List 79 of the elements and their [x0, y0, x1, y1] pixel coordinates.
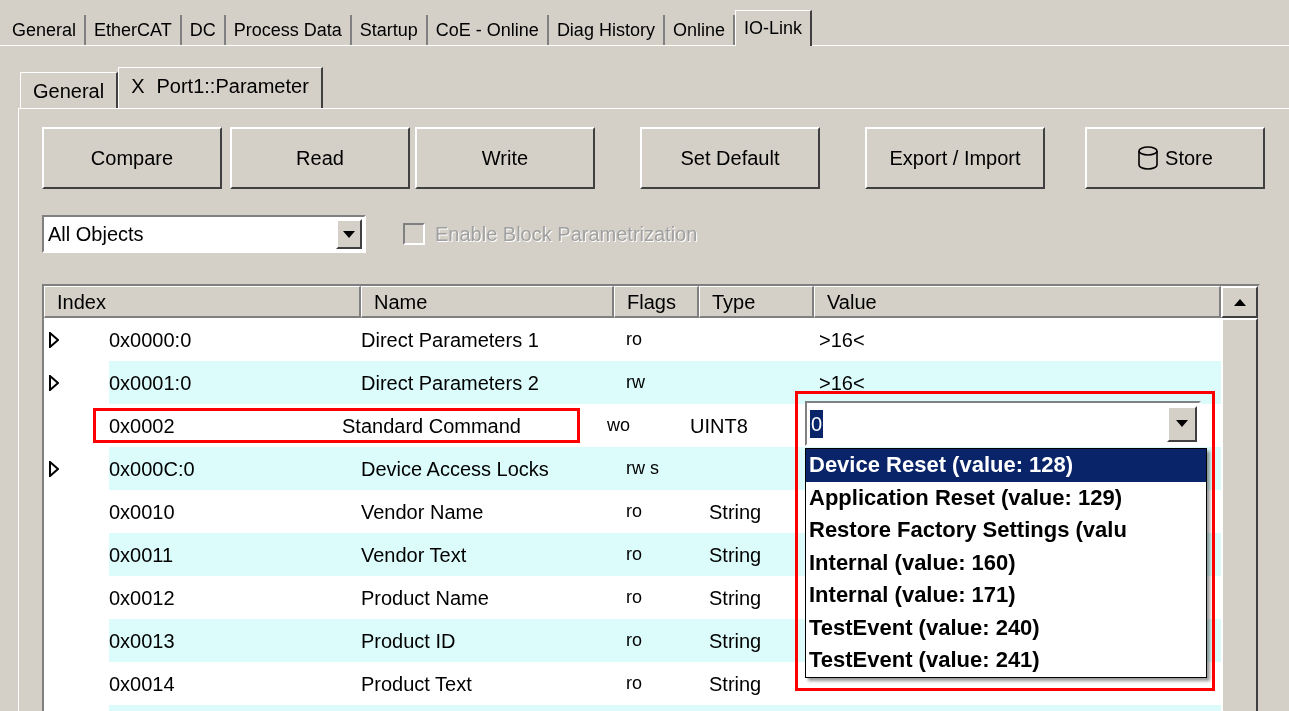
tab[interactable]: Startup: [351, 15, 428, 45]
table-cell-text: >16<: [819, 370, 865, 396]
close-glyph[interactable]: X: [131, 70, 145, 101]
table-cell-text: Product Name: [361, 585, 489, 611]
tab[interactable]: DC: [181, 15, 226, 45]
table-cell-text: 0x0011: [109, 542, 174, 568]
table-cell-text: 0x0010: [109, 499, 175, 525]
filter-dropdown[interactable]: All Objects: [42, 215, 366, 253]
column-header[interactable]: Name: [361, 286, 614, 318]
expand-arrow-icon[interactable]: [49, 374, 59, 391]
dropdown-option[interactable]: Internal (value: 171): [806, 579, 1206, 612]
toolbar-button[interactable]: Store: [1085, 127, 1265, 189]
value-text: 0: [810, 409, 824, 438]
table-cell-text: String: [709, 671, 762, 697]
toolbar-button[interactable]: Set Default: [640, 127, 820, 189]
tab[interactable]: CoE - Online: [427, 15, 549, 45]
table-cell-text: Vendor Name: [361, 499, 484, 525]
table-cell-text: Direct Parameters 2: [361, 370, 539, 396]
table-cell-text: Standard Command: [342, 413, 521, 439]
toolbar-button[interactable]: Read: [230, 127, 410, 189]
table-cell-text: Direct Parameters 1: [361, 327, 539, 353]
table-cell-text: >16<: [819, 327, 865, 353]
tab[interactable]: General: [4, 15, 87, 45]
tab[interactable]: IO-Link: [734, 10, 812, 46]
toolbar-button[interactable]: Export / Import: [865, 127, 1045, 189]
cylinder-icon: [1137, 146, 1160, 170]
up-arrow-icon: [1233, 298, 1246, 306]
table-cell-text: ro: [626, 500, 642, 523]
dropdown-option[interactable]: Device Reset (value: 128): [806, 449, 1206, 482]
scroll-up-button[interactable]: [1221, 286, 1258, 318]
table-cell-text: rw: [626, 371, 645, 394]
table-cell-text: 0x000C:0: [109, 456, 195, 482]
table-cell-text: ro: [626, 586, 642, 609]
table-cell-text: 0x0000:0: [109, 327, 192, 353]
dropdown-button[interactable]: [336, 219, 362, 249]
value-dropdown[interactable]: 0: [805, 401, 1201, 446]
tab[interactable]: Process Data: [225, 15, 352, 45]
tab[interactable]: EtherCAT: [86, 15, 182, 45]
table-cell-text: UINT8: [690, 413, 748, 439]
column-header[interactable]: Index: [44, 286, 361, 318]
expand-arrow-icon[interactable]: [49, 460, 59, 477]
toolbar-button[interactable]: Compare: [42, 127, 222, 189]
expand-arrow-icon[interactable]: [49, 331, 59, 348]
table-cell-text: ro: [626, 543, 642, 566]
table-cell-text: wo: [607, 414, 630, 437]
caret-icon: [343, 230, 355, 238]
table-cell-text: String: [709, 628, 762, 654]
table-cell-text: ro: [626, 328, 642, 351]
table-cell-text: Product ID: [361, 628, 456, 654]
table-cell-text: 0x0014: [109, 671, 175, 697]
dropdown-option[interactable]: TestEvent (value: 241): [806, 644, 1206, 677]
table-cell-text: ro: [626, 629, 642, 652]
dropdown-option[interactable]: Internal (value: 160): [806, 546, 1206, 579]
toolbar-button[interactable]: Write: [415, 127, 595, 189]
table-cell-text: Product Text: [361, 671, 472, 697]
dropdown-option[interactable]: Application Reset (value: 129): [806, 481, 1206, 514]
dropdown-button[interactable]: [1167, 405, 1197, 442]
dropdown-option[interactable]: Restore Factory Settings (valu: [806, 514, 1206, 547]
caret-icon: [1176, 420, 1188, 427]
table-cell-text: String: [709, 499, 762, 525]
table-cell-text: 0x0001:0: [109, 370, 192, 396]
table-cell-text: String: [709, 542, 762, 568]
column-header[interactable]: Value: [814, 286, 1221, 318]
dropdown-option[interactable]: TestEvent (value: 240): [806, 611, 1206, 644]
table-cell-text: String: [709, 585, 762, 611]
tab-label: Port1::Parameter: [156, 73, 309, 99]
table-cell-text: 0x0002: [109, 413, 175, 439]
tab[interactable]: Diag History: [548, 15, 665, 45]
table-cell-text: ro: [626, 672, 642, 695]
table-cell-text: Vendor Text: [361, 542, 467, 568]
column-header[interactable]: Type: [699, 286, 814, 318]
table-cell-text: Device Access Locks: [361, 456, 549, 482]
table-cell-text: rw s: [626, 457, 659, 480]
tab-label: General: [33, 78, 105, 104]
column-header[interactable]: Flags: [614, 286, 699, 318]
filter-value: All Objects: [48, 222, 145, 247]
tab[interactable]: X Port1::Parameter: [118, 67, 323, 109]
table-cell-text: 0x0012: [109, 585, 175, 611]
table-cell-text: 0x0013: [109, 628, 175, 654]
